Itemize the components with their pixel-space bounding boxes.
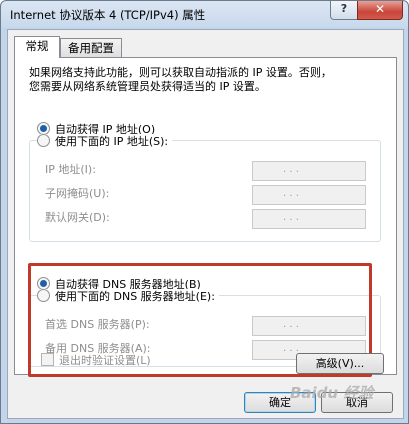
subnet-mask-dots: . . . [283, 188, 299, 199]
window-title: Internet 协议版本 4 (TCP/IPv4) 属性 [10, 8, 206, 22]
baidu-watermark: Baidu 经验 [290, 384, 374, 402]
validate-on-exit-label: 退出时验证设置(L) [59, 354, 151, 367]
description-text: 如果网络支持此功能，则可以获取自动指派的 IP 设置。否则， 您需要从网络系统管… [29, 66, 379, 94]
validate-on-exit-box[interactable] [41, 353, 54, 366]
dialog-window: Internet 协议版本 4 (TCP/IPv4) 属性 ? ✕ 常规 备用配… [0, 0, 409, 424]
subnet-mask-label: 子网掩码(U): [45, 187, 110, 200]
tab-panel-general: 如果网络支持此功能，则可以获取自动指派的 IP 设置。否则， 您需要从网络系统管… [14, 57, 397, 377]
description-line-1: 如果网络支持此功能，则可以获取自动指派的 IP 设置。否则， [29, 66, 332, 79]
radio-manual-ip[interactable]: 使用下面的 IP 地址(S): [37, 134, 173, 148]
radio-manual-ip-indicator[interactable] [37, 134, 50, 147]
tab-alternate-config[interactable]: 备用配置 [60, 38, 122, 58]
tab-general[interactable]: 常规 [14, 36, 60, 58]
ip-address-label: IP 地址(I): [45, 163, 96, 176]
radio-manual-ip-label: 使用下面的 IP 地址(S): [55, 135, 169, 148]
subnet-mask-input[interactable]: . . . [252, 185, 366, 205]
help-button[interactable]: ? [330, 1, 358, 20]
ip-address-dots: . . . [283, 164, 299, 175]
title-bar[interactable]: Internet 协议版本 4 (TCP/IPv4) 属性 ? ✕ [1, 1, 408, 28]
ip-address-input[interactable]: . . . [252, 161, 366, 181]
default-gateway-label: 默认网关(D): [45, 211, 110, 224]
validate-on-exit-checkbox[interactable]: 退出时验证设置(L) [41, 353, 151, 367]
dialog-client-area: 常规 备用配置 如果网络支持此功能，则可以获取自动指派的 IP 设置。否则， 您… [7, 29, 404, 419]
close-button[interactable]: ✕ [357, 1, 403, 20]
description-line-2: 您需要从网络系统管理员处获得适当的 IP 设置。 [29, 80, 266, 93]
advanced-button[interactable]: 高级(V)... [296, 353, 384, 374]
default-gateway-input[interactable]: . . . [252, 209, 366, 229]
default-gateway-dots: . . . [283, 212, 299, 223]
